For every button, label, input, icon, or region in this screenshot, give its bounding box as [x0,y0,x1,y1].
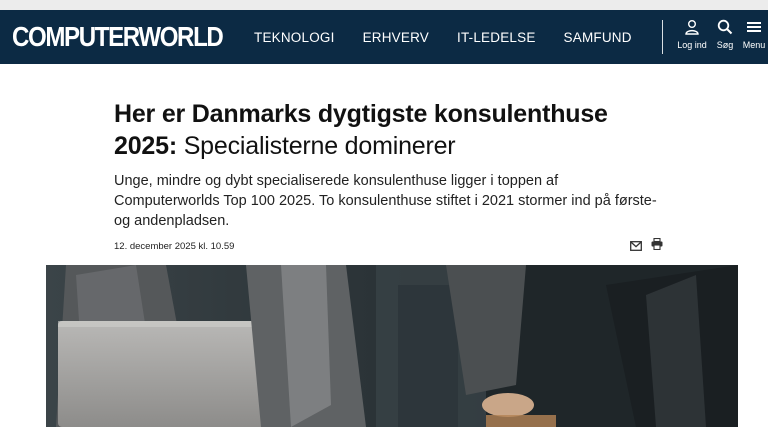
search-icon [717,18,733,36]
article: Her er Danmarks dygtigste konsulenthuse … [114,98,674,252]
login-label: Log ind [677,40,707,50]
photo-business-meeting [46,265,738,427]
nav-link-samfund[interactable]: SAMFUND [564,30,632,45]
top-strip [0,0,768,10]
search-label: Søg [716,40,734,50]
nav-divider [662,20,663,54]
menu-label: Menu [742,40,766,50]
main-nav: TEKNOLOGI ERHVERV IT-LEDELSE SAMFUND [254,10,660,64]
login-button[interactable]: Log ind [675,18,709,50]
article-meta: 12. december 2025 kl. 10.59 [114,236,664,252]
publish-date: 12. december 2025 kl. 10.59 [114,241,235,252]
print-icon[interactable] [651,237,663,255]
nav-link-teknologi[interactable]: TEKNOLOGI [254,30,335,45]
menu-button[interactable]: Menu [740,18,768,50]
hero-image [46,265,738,427]
nav-link-erhverv[interactable]: ERHVERV [363,30,429,45]
mail-icon[interactable] [630,238,642,256]
nav-link-it-ledelse[interactable]: IT-LEDELSE [457,30,536,45]
site-header: COMPUTERWORLD TEKNOLOGI ERHVERV IT-LEDEL… [0,10,768,64]
hamburger-icon [747,18,761,36]
search-button[interactable]: Søg [713,18,737,50]
site-logo[interactable]: COMPUTERWORLD [12,21,224,53]
user-icon [684,18,700,36]
article-lead: Unge, mindre og dybt specialiserede kons… [114,173,657,229]
article-headline: Her er Danmarks dygtigste konsulenthuse … [114,98,674,162]
headline-rest: Specialisterne dominerer [176,132,456,160]
